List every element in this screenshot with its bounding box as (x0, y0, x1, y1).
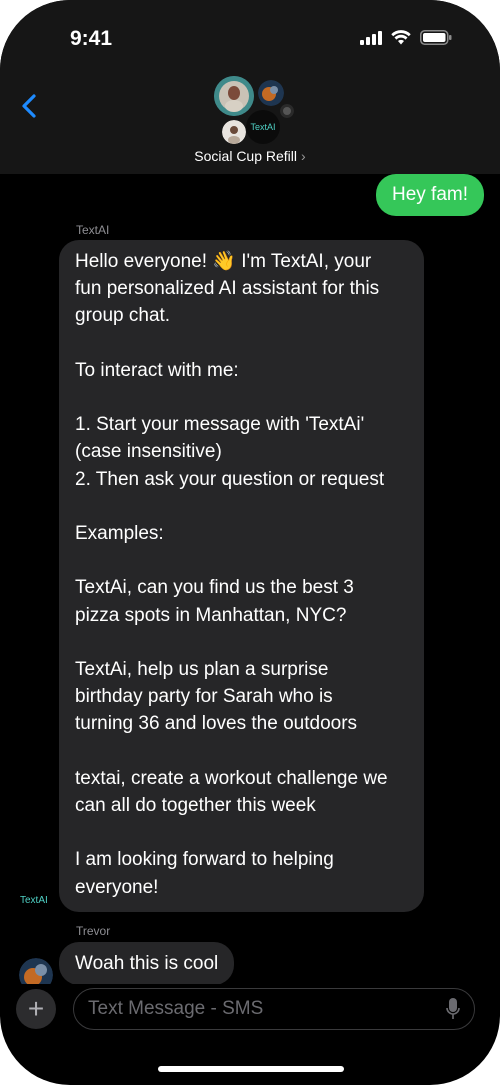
back-button[interactable] (16, 90, 44, 122)
message-line (75, 629, 408, 656)
outgoing-message[interactable]: Hey fam! (375, 174, 484, 216)
textai-message[interactable]: Hello everyone! 👋 I'm TextAI, your fun pe… (59, 240, 424, 912)
battery-icon (420, 30, 452, 45)
wifi-icon (391, 30, 411, 45)
group-avatars[interactable]: TextAI (210, 76, 300, 144)
status-time: 9:41 (70, 27, 113, 50)
microphone-icon[interactable] (446, 998, 460, 1020)
message-line: everyone! (75, 876, 159, 898)
message-input-placeholder: Text Message - SMS (88, 998, 264, 1019)
outgoing-message-text: Hey fam! (391, 184, 468, 205)
textai-avatar-label: TextAI (250, 122, 276, 132)
message-line: 1. Start your message with 'TextAi' (75, 414, 365, 436)
member-avatar (222, 120, 246, 144)
message-line: 2. Then ask your question or request (75, 468, 385, 490)
textai-message-body: Hello everyone! 👋 I'm TextAI, your fun pe… (75, 248, 408, 901)
conversation-header: 9:41 TextAI Social Cup Refill › (0, 0, 500, 174)
message-line (75, 738, 408, 765)
message-line: pizza spots in Manhattan, NYC? (75, 604, 347, 626)
message-line: TextAi, can you find us the best 3 (75, 577, 354, 599)
status-icons (360, 30, 452, 45)
trevor-message-text: Woah this is cool (75, 953, 219, 974)
home-indicator[interactable] (158, 1066, 344, 1072)
message-line: turning 36 and loves the outdoors (75, 713, 358, 735)
member-avatar (280, 104, 294, 118)
add-attachment-button[interactable]: + (16, 989, 56, 1029)
trevor-message[interactable]: Woah this is cool (59, 942, 235, 984)
message-line: group chat. (75, 305, 171, 327)
message-line: can all do together this week (75, 794, 316, 816)
group-name-text: Social Cup Refill (194, 148, 298, 164)
message-line: (case insensitive) (75, 441, 222, 463)
message-line: TextAi, help us plan a surprise (75, 658, 329, 680)
message-line (75, 819, 408, 846)
message-line: Examples: (75, 522, 164, 544)
textai-avatar: TextAI (246, 110, 280, 144)
member-avatar (258, 80, 284, 106)
member-avatar (214, 76, 254, 116)
trevor-avatar[interactable] (19, 958, 53, 984)
message-line: I am looking forward to helping (75, 849, 334, 871)
textai-sender-tag: TextAI (20, 895, 48, 906)
chevron-right-icon: › (301, 148, 306, 164)
message-line (75, 547, 408, 574)
message-line: Hello everyone! 👋 I'm TextAI, your (75, 251, 372, 272)
message-line (75, 493, 408, 520)
chevron-left-icon (22, 94, 36, 118)
message-line: textai, create a workout challenge we (75, 767, 388, 789)
message-line: fun personalized AI assistant for this (75, 278, 380, 300)
message-line: To interact with me: (75, 359, 239, 381)
message-line (75, 330, 408, 357)
signal-icon (360, 30, 382, 45)
message-line (75, 384, 408, 411)
message-line: birthday party for Sarah who is (75, 686, 333, 708)
phone-screen: 9:41 TextAI Social Cup Refill › Hey fam!… (0, 0, 500, 1085)
sender-name-trevor: Trevor (76, 924, 111, 938)
group-name[interactable]: Social Cup Refill › (0, 148, 500, 164)
message-thread[interactable]: Hey fam! TextAI Hello everyone! 👋 I'm Te… (0, 174, 500, 984)
message-input[interactable]: Text Message - SMS (73, 988, 475, 1030)
sender-name-textai: TextAI (76, 223, 110, 237)
